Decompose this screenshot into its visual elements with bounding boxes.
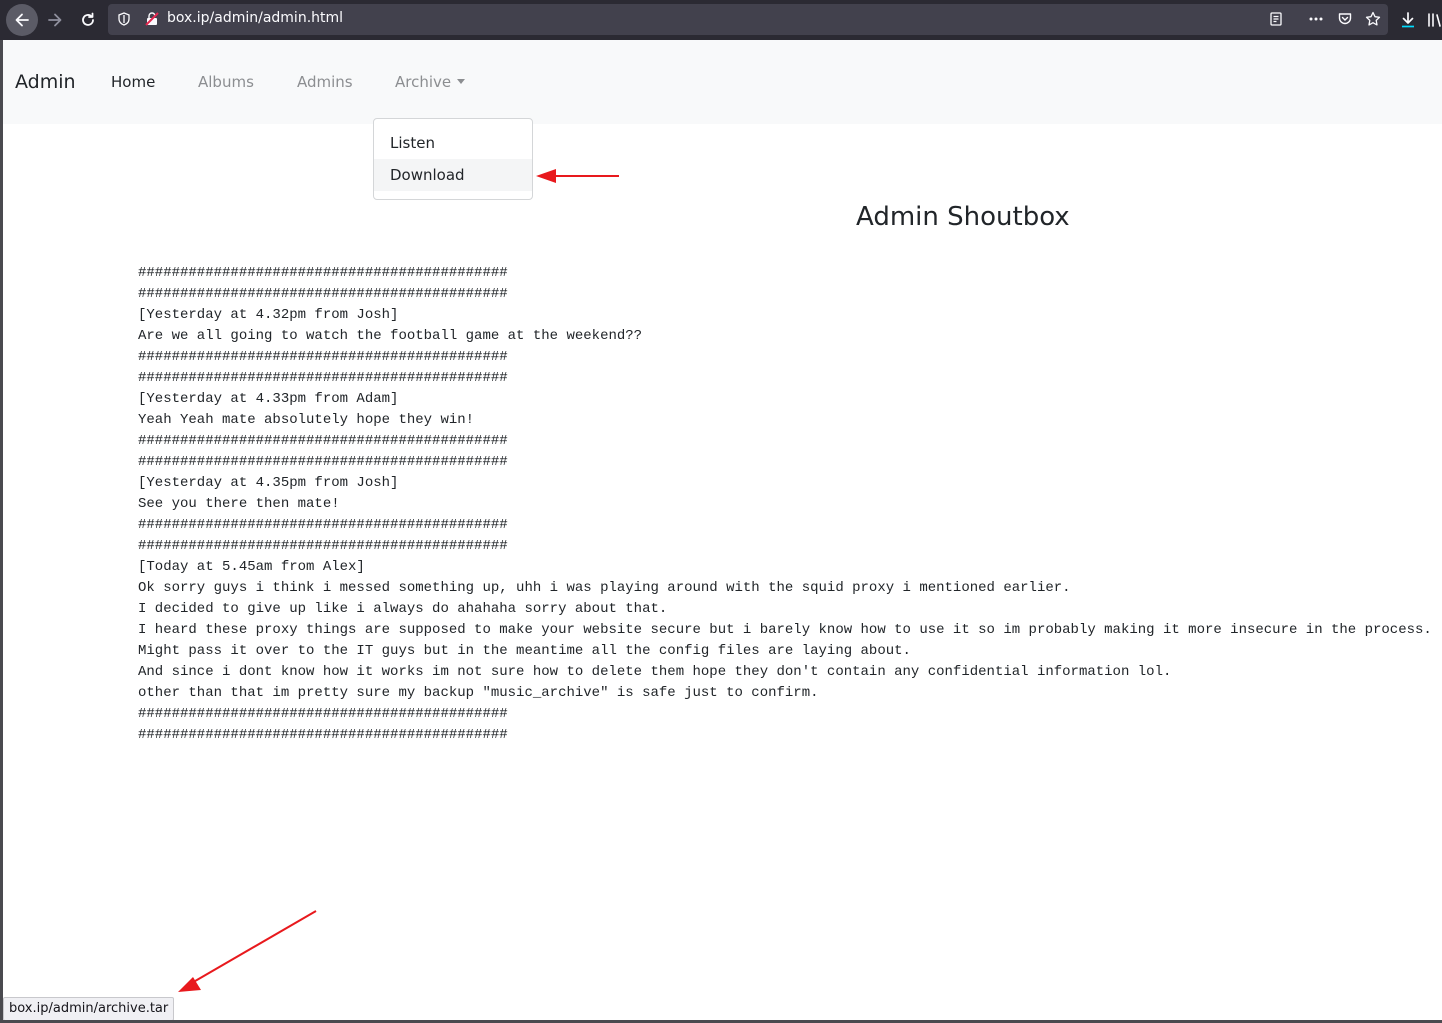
shoutbox-line: other than that im pretty sure my backup…	[138, 685, 819, 701]
reader-view-icon[interactable]	[1268, 11, 1284, 27]
nav-dropdown-archive[interactable]: Archive	[395, 73, 466, 91]
shoutbox-line: And since i dont know how it works im no…	[138, 664, 1172, 680]
nav-link-albums[interactable]: Albums	[198, 73, 254, 91]
page-title: Admin Shoutbox	[856, 202, 1070, 232]
url-text[interactable]: box.ip/admin/admin.html	[167, 10, 343, 26]
shoutbox-text: ########################################…	[138, 263, 1438, 746]
browser-toolbar: box.ip/admin/admin.html	[0, 0, 1442, 40]
shoutbox-line: Ok sorry guys i think i messed something…	[138, 580, 1071, 596]
library-icon	[1428, 13, 1441, 27]
url-bar[interactable]: box.ip/admin/admin.html	[108, 4, 1388, 35]
shoutbox-line: [Yesterday at 4.35pm from Josh]	[138, 475, 399, 491]
status-bar-link-preview: box.ip/admin/archive.tar	[3, 997, 175, 1021]
dropdown-item-download[interactable]: Download	[374, 159, 532, 191]
library-button[interactable]	[1426, 4, 1442, 36]
shoutbox-line: ########################################…	[138, 454, 508, 470]
shoutbox-line: ########################################…	[138, 286, 508, 302]
shoutbox-line: [Today at 5.45am from Alex]	[138, 559, 365, 575]
download-icon	[1402, 12, 1414, 28]
reload-button[interactable]	[72, 4, 104, 36]
shoutbox-line: I heard these proxy things are supposed …	[138, 622, 1432, 638]
navbar-brand[interactable]: Admin	[15, 71, 76, 93]
insecure-lock-icon[interactable]	[144, 11, 160, 27]
window-border	[0, 40, 3, 1023]
shoutbox-line: See you there then mate!	[138, 496, 340, 512]
annotation-arrow-download	[536, 169, 619, 183]
shoutbox-line: [Yesterday at 4.32pm from Josh]	[138, 307, 399, 323]
arrow-right-icon	[48, 13, 62, 27]
shoutbox-line: ########################################…	[138, 727, 508, 743]
nav-link-home[interactable]: Home	[111, 73, 155, 91]
shoutbox-line: ########################################…	[138, 517, 508, 533]
shoutbox-line: ########################################…	[138, 370, 508, 386]
back-button[interactable]	[6, 4, 38, 36]
shoutbox-line: Yeah Yeah mate absolutely hope they win!	[138, 412, 475, 428]
shoutbox-line: ########################################…	[138, 349, 508, 365]
bookmark-star-icon[interactable]	[1365, 11, 1381, 27]
nav-link-admins[interactable]: Admins	[297, 73, 353, 91]
caret-down-icon	[457, 79, 466, 84]
shoutbox-line: I decided to give up like i always do ah…	[138, 601, 668, 617]
shoutbox-line: Are we all going to watch the football g…	[138, 328, 643, 344]
shoutbox-line: ########################################…	[138, 265, 508, 281]
dropdown-item-listen[interactable]: Listen	[374, 127, 532, 159]
forward-button[interactable]	[39, 4, 71, 36]
shoutbox-line: [Yesterday at 4.33pm from Adam]	[138, 391, 399, 407]
navbar: Admin Home Albums Admins Archive	[3, 40, 1442, 124]
nav-link-archive-label: Archive	[395, 73, 452, 91]
pocket-icon[interactable]	[1337, 11, 1353, 27]
shoutbox-line: ########################################…	[138, 706, 508, 722]
shoutbox-line: ########################################…	[138, 433, 508, 449]
more-actions-icon[interactable]	[1308, 11, 1324, 27]
arrow-left-icon	[15, 13, 29, 27]
reload-icon	[82, 12, 94, 26]
shoutbox-line: ########################################…	[138, 538, 508, 554]
annotation-arrow-statusbar	[178, 910, 317, 992]
downloads-button[interactable]	[1392, 4, 1424, 36]
shoutbox-line: Might pass it over to the IT guys but in…	[138, 643, 911, 659]
shield-icon[interactable]	[116, 11, 132, 27]
archive-dropdown-menu: Listen Download	[373, 118, 533, 200]
